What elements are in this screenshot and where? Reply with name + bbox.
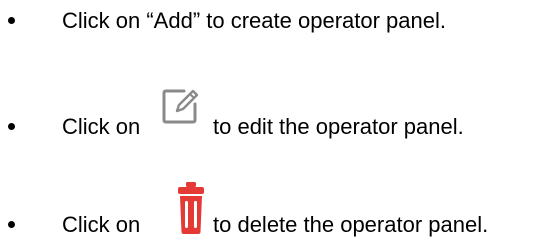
instruction-delete-after: to delete the operator panel. (213, 212, 489, 237)
delete-icon (176, 180, 206, 236)
instruction-list: Click on “Add” to create operator panel.… (0, 0, 550, 245)
instruction-add-text: Click on “Add” to create operator panel. (62, 8, 446, 33)
bullet-point (8, 123, 15, 130)
instruction-delete-before: Click on (62, 212, 141, 237)
list-item-edit: Click on to edit the operator panel. (0, 86, 550, 146)
edit-icon (160, 86, 202, 126)
instruction-edit-before: Click on (62, 114, 141, 139)
list-item-delete: Click on to delete the operator panel. (0, 178, 550, 238)
bullet-point (8, 221, 15, 228)
list-item-add: Click on “Add” to create operator panel. (0, 0, 550, 60)
instruction-edit-after: to edit the operator panel. (213, 114, 464, 139)
bullet-point (8, 17, 15, 24)
